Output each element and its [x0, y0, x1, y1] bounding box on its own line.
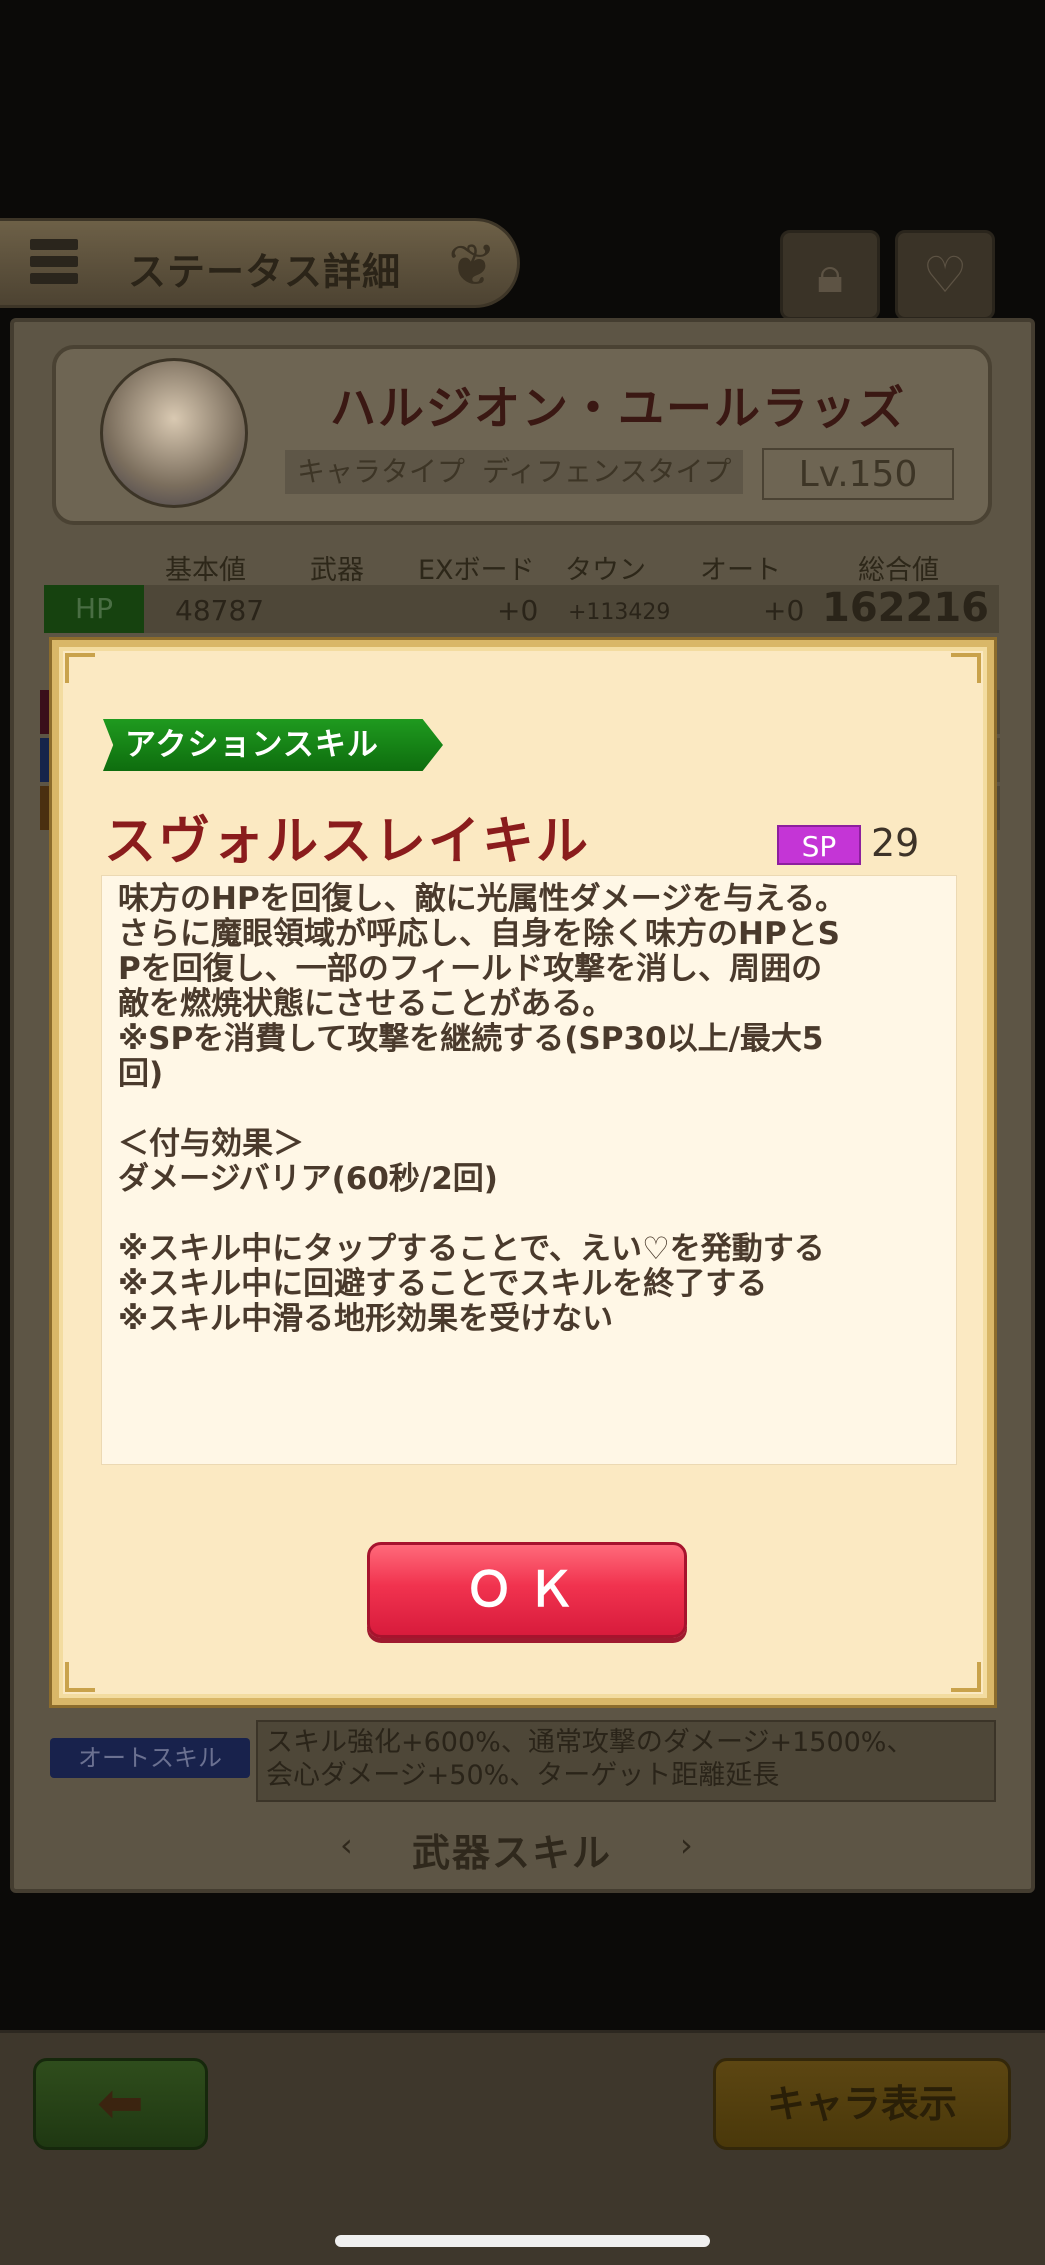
- skill-category-badge: アクションスキル: [103, 719, 443, 771]
- hp-town-value: +113429: [568, 600, 671, 625]
- column-header-town: タウン: [565, 555, 646, 586]
- menu-icon[interactable]: [30, 239, 78, 291]
- column-header-weapon: 武器: [310, 555, 364, 586]
- level-badge: Lv.150: [762, 448, 954, 500]
- weapon-skill-heading: 武器スキル: [412, 1831, 613, 1875]
- description-line: 味方のHPを回復し、敵に光属性ダメージを与える。: [118, 881, 847, 917]
- chevron-right-icon[interactable]: ›: [680, 1826, 693, 1864]
- hp-total-value: 162216: [822, 585, 989, 631]
- stat-color-bar: [40, 690, 52, 734]
- description-line: ※スキル中にタップすることで、えい♡を発動する: [118, 1231, 825, 1267]
- description-line: Pを回復し、一部のフィールド攻撃を消し、周囲の: [118, 951, 823, 987]
- stat-color-bar: [40, 738, 52, 782]
- home-indicator[interactable]: [335, 2235, 710, 2247]
- description-line: ※スキル中に回避することでスキルを終了する: [118, 1266, 768, 1302]
- stat-color-bar: [40, 786, 52, 830]
- ok-button[interactable]: ＯＫ: [367, 1542, 687, 1638]
- dialog-corner: [65, 1662, 95, 1692]
- chevron-left-icon[interactable]: ‹: [340, 1826, 353, 1864]
- hp-exboard-value: +0: [497, 594, 539, 627]
- description-line: ＜付与効果＞: [118, 1126, 304, 1162]
- description-line: 敵を燃焼状態にさせることがある。: [118, 986, 614, 1022]
- auto-skill-tag: オートスキル: [50, 1738, 250, 1778]
- description-line: ※スキル中滑る地形効果を受けない: [118, 1301, 614, 1337]
- heart-icon: ♡: [922, 246, 968, 304]
- sp-badge: SP: [777, 825, 861, 865]
- hp-auto-value: +0: [763, 594, 805, 627]
- column-header-total: 総合値: [858, 555, 939, 586]
- column-header-auto: オート: [700, 555, 781, 586]
- header-bar: ステータス詳細 ❦: [0, 218, 520, 308]
- back-arrow-icon: ⬅: [97, 2071, 144, 2136]
- column-header-base: 基本値: [165, 555, 246, 586]
- ornament-icon: ❦: [448, 231, 497, 299]
- hp-label: HP: [44, 585, 144, 633]
- favorite-button[interactable]: ♡: [895, 230, 995, 320]
- description-line: さらに魔眼領域が呼応し、自身を除く味方のHPとS: [118, 916, 840, 952]
- description-line: ※SPを消費して攻撃を継続する(SP30以上/最大5: [118, 1021, 824, 1057]
- column-header-exboard: EXボード: [418, 555, 535, 586]
- sp-value: 29: [871, 821, 920, 865]
- dialog-corner: [951, 1662, 981, 1692]
- description-line: 回): [118, 1056, 164, 1092]
- auto-skill-line: 会心ダメージ+50%、ターゲット距離延長: [266, 1760, 780, 1791]
- defense-type-tag: ディフェンスタイプ: [470, 450, 744, 494]
- hp-base-value: 48787: [175, 594, 265, 627]
- chara-display-button[interactable]: キャラ表示: [713, 2058, 1011, 2150]
- auto-skill-line: スキル強化+600%、通常攻撃のダメージ+1500%、: [266, 1727, 914, 1758]
- dialog-corner: [951, 653, 981, 683]
- lock-button[interactable]: 🔒︎: [780, 230, 880, 320]
- skill-detail-dialog: アクションスキル スヴォルスレイキル SP 29 味方のHPを回復し、敵に光属性…: [52, 640, 994, 1705]
- skill-description: 味方のHPを回復し、敵に光属性ダメージを与える。 さらに魔眼領域が呼応し、自身を…: [101, 875, 957, 1465]
- page-title: ステータス詳細: [128, 250, 402, 294]
- back-button[interactable]: ⬅: [33, 2058, 208, 2150]
- lock-icon: 🔒︎: [816, 246, 844, 304]
- character-name: ハルジオン・ユールラッズ: [330, 381, 906, 435]
- skill-name: スヴォルスレイキル: [104, 812, 591, 872]
- auto-skill-text: スキル強化+600%、通常攻撃のダメージ+1500%、 会心ダメージ+50%、タ…: [266, 1726, 996, 1792]
- description-line: ダメージバリア(60秒/2回): [118, 1161, 498, 1197]
- dialog-corner: [65, 653, 95, 683]
- avatar: [100, 358, 248, 508]
- chara-type-tag: キャラタイプ: [285, 450, 478, 494]
